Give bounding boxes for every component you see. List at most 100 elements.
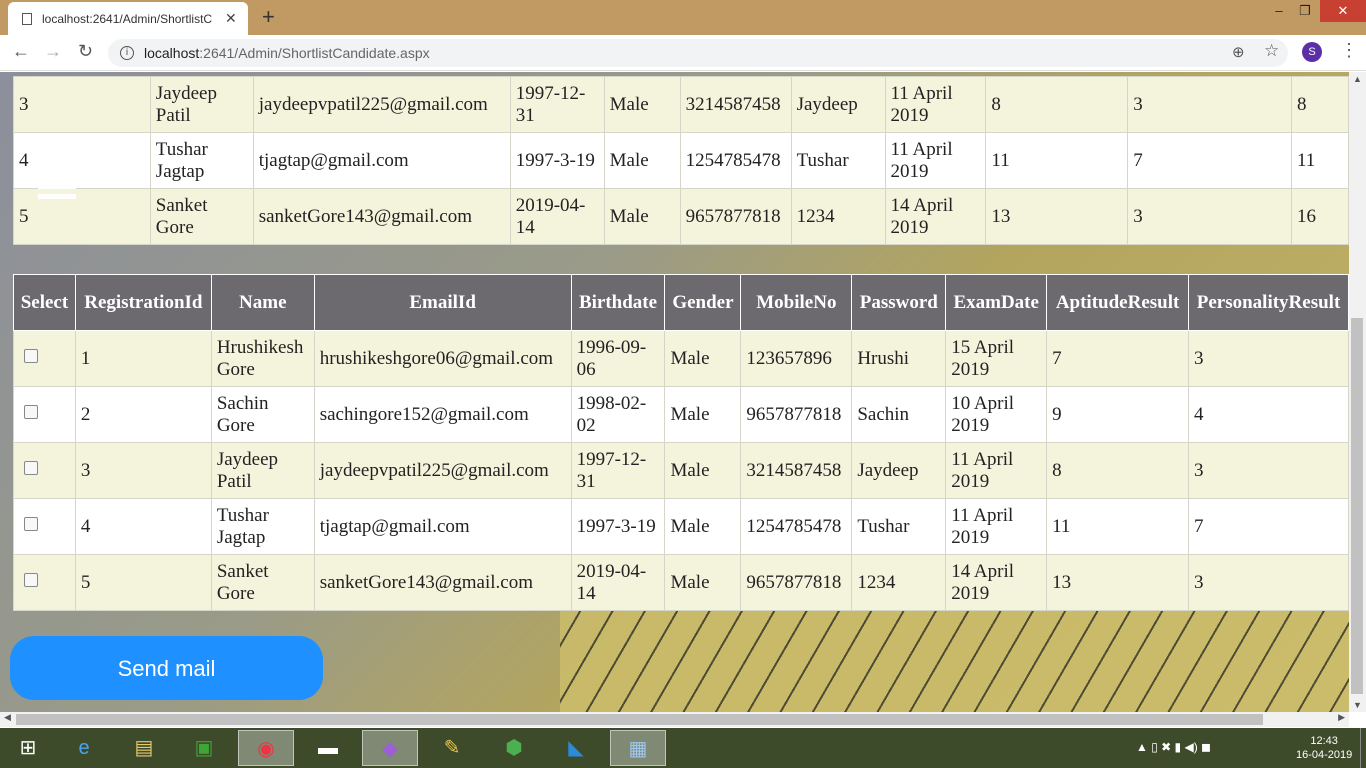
table-cell: tjagtap@gmail.com [313, 498, 572, 555]
table-cell: 4 [13, 132, 151, 189]
browser-titlebar: localhost:2641/Admin/ShortlistC ✕ + – ❐ … [0, 0, 1366, 35]
info-icon[interactable]: i [120, 46, 134, 60]
bookmark-star-icon[interactable]: ☆ [1264, 41, 1279, 61]
zoom-icon[interactable]: ⊕ [1232, 43, 1245, 61]
hamburger-menu-icon[interactable] [38, 184, 76, 204]
select-cell [13, 554, 76, 611]
table-cell: Male [664, 330, 742, 387]
scroll-right-icon[interactable]: ▶ [1338, 712, 1345, 723]
table-row: 3 Jaydeep Patil jaydeepvpatil225@gmail.com… [13, 442, 1349, 499]
clock-date: 16-04-2019 [1296, 749, 1353, 761]
table-cell: 9657877818 [740, 386, 853, 443]
select-checkbox[interactable] [24, 349, 38, 363]
table-cell: 8 [985, 76, 1129, 133]
restore-button[interactable]: ❐ [1290, 0, 1320, 22]
vertical-scrollbar[interactable]: ▲ ▼ [1349, 72, 1366, 712]
table-cell: 1234 [851, 554, 947, 611]
column-header: AptitudeResult [1046, 274, 1190, 331]
tools-icon[interactable]: ✎ [424, 730, 480, 766]
table-cell: 1254785478 [679, 132, 792, 189]
table-row: 1 Hrushikesh Gore hrushikeshgore06@gmail.c… [13, 330, 1349, 387]
explorer-icon[interactable]: ▤ [116, 730, 172, 766]
table-cell: 3 [1127, 76, 1292, 133]
back-icon[interactable]: ← [12, 41, 30, 62]
system-tray[interactable]: ▲ ▯ ✖ ▮ ◀) ◼ [1136, 740, 1211, 754]
ie-icon[interactable]: e [56, 730, 112, 766]
menu-dots-icon[interactable]: ⋮ [1340, 40, 1358, 61]
select-cell [13, 386, 76, 443]
select-cell [13, 330, 76, 387]
table-row: 3 Jaydeep Patil jaydeepvpatil225@gmail.com… [13, 76, 1349, 133]
select-cell [13, 498, 76, 555]
android-icon[interactable]: ⬢ [486, 730, 542, 766]
forward-icon[interactable]: → [44, 41, 62, 62]
table-cell: 2019-04-14 [509, 188, 605, 245]
vscode-icon[interactable]: ◣ [548, 730, 604, 766]
column-header: ExamDate [945, 274, 1048, 331]
column-header: Password [851, 274, 947, 331]
table-cell: 14 April 2019 [945, 554, 1048, 611]
store-icon[interactable]: ▣ [176, 730, 232, 766]
table-cell: 14 April 2019 [884, 188, 987, 245]
select-checkbox[interactable] [24, 573, 38, 587]
table-cell: Male [664, 554, 742, 611]
select-checkbox[interactable] [24, 461, 38, 475]
vertical-scroll-thumb[interactable] [1351, 318, 1363, 694]
table-cell: 15 April 2019 [945, 330, 1048, 387]
table-cell: Tushar Jagtap [210, 498, 315, 555]
reload-icon[interactable]: ↻ [78, 41, 93, 62]
table-cell: 10 April 2019 [945, 386, 1048, 443]
shortlist-table: Select RegistrationId Name EmailId Birthdate… [13, 274, 1349, 611]
select-checkbox[interactable] [24, 405, 38, 419]
visual-studio-icon[interactable]: ◆ [362, 730, 418, 766]
table-cell: 5 [74, 554, 212, 611]
page-viewport: 3 Jaydeep Patil jaydeepvpatil225@gmail.com… [0, 72, 1349, 712]
horizontal-scrollbar[interactable]: ◀ ▶ [0, 712, 1349, 727]
url-path: :2641/Admin/ShortlistCandidate.aspx [199, 45, 430, 61]
table-cell: 1254785478 [740, 498, 853, 555]
table-cell: Male [664, 498, 742, 555]
send-mail-button[interactable]: Send mail [10, 636, 323, 700]
table-cell: sanketGore143@gmail.com [313, 554, 572, 611]
profile-avatar[interactable]: S [1302, 42, 1322, 62]
table-cell: hrushikeshgore06@gmail.com [313, 330, 572, 387]
table-cell: 8 [1290, 76, 1349, 133]
start-icon[interactable]: ⊞ [0, 730, 56, 766]
table-cell: 8 [1046, 442, 1190, 499]
table-cell: 4 [74, 498, 212, 555]
table-cell: Tushar [851, 498, 947, 555]
table-cell: 16 [1290, 188, 1349, 245]
scroll-up-icon[interactable]: ▲ [1353, 74, 1362, 84]
scroll-down-icon[interactable]: ▼ [1353, 700, 1362, 710]
table-cell: 9657877818 [679, 188, 792, 245]
address-bar[interactable]: i localhost:2641/Admin/ShortlistCandidat… [108, 39, 1288, 67]
table-row: 4 Tushar Jagtap tjagtap@gmail.com 1997-3-19… [13, 498, 1349, 555]
table-cell: Tushar Jagtap [149, 132, 254, 189]
new-tab-button[interactable]: + [262, 4, 275, 30]
table-cell: 1997-3-19 [570, 498, 666, 555]
table-cell: 1996-09-06 [570, 330, 666, 387]
select-checkbox[interactable] [24, 517, 38, 531]
horizontal-scroll-thumb[interactable] [16, 714, 1263, 725]
table-cell: 1997-3-19 [509, 132, 605, 189]
candidate-table-top: 3 Jaydeep Patil jaydeepvpatil225@gmail.com… [13, 76, 1349, 245]
table-cell: 3 [13, 76, 151, 133]
table-cell: 1234 [790, 188, 886, 245]
table-cell: 7 [1188, 498, 1349, 555]
table-cell: 11 April 2019 [884, 132, 987, 189]
taskbar-clock[interactable]: 12:43 16-04-2019 [1296, 734, 1352, 762]
scroll-left-icon[interactable]: ◀ [4, 712, 11, 723]
table-cell: 1997-12-31 [509, 76, 605, 133]
close-window-button[interactable]: ✕ [1320, 0, 1366, 22]
table-cell: Jaydeep Patil [210, 442, 315, 499]
tab-close-icon[interactable]: ✕ [225, 10, 237, 27]
show-desktop-button[interactable] [1360, 728, 1366, 768]
cmd-icon[interactable]: ▬ [300, 730, 356, 766]
table-cell: 11 [1290, 132, 1349, 189]
photos-icon[interactable]: ▦ [610, 730, 666, 766]
table-cell: 11 April 2019 [945, 442, 1048, 499]
table-cell: 13 [1046, 554, 1190, 611]
table-cell: 3 [1127, 188, 1292, 245]
chrome-icon[interactable]: ◉ [238, 730, 294, 766]
browser-tab[interactable]: localhost:2641/Admin/ShortlistC ✕ [8, 2, 248, 35]
